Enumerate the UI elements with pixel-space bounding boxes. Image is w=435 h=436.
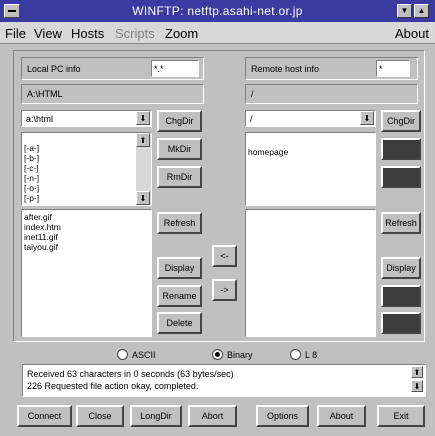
local-path: A:\HTML xyxy=(27,89,63,99)
remote-file-list[interactable] xyxy=(245,209,376,337)
remote-dir-dropdown-button[interactable]: ⬇ xyxy=(360,111,374,125)
dropdown-arrow-icon: ⬇ xyxy=(139,113,147,123)
list-item[interactable]: [-b-] xyxy=(22,153,151,163)
exit-button[interactable]: Exit xyxy=(377,405,425,427)
down-arrow-icon: ⬇ xyxy=(139,193,147,203)
up-arrow-icon: ▲ xyxy=(417,6,426,15)
menu-scripts[interactable]: Scripts xyxy=(115,26,155,41)
remote-chgdir-button[interactable]: ChgDir xyxy=(381,110,421,132)
up-arrow-icon: ⬆ xyxy=(413,367,421,377)
remote-rmdir-button-disabled xyxy=(381,166,421,188)
ascii-radio[interactable] xyxy=(117,349,128,360)
list-item[interactable]: [-p-] xyxy=(22,193,151,203)
menu-hosts[interactable]: Hosts xyxy=(71,26,104,41)
local-display-button[interactable]: Display xyxy=(157,257,202,279)
l8-label: L 8 xyxy=(305,350,318,360)
list-item[interactable]: after.gif xyxy=(22,210,151,222)
list-item[interactable]: [-o-] xyxy=(22,183,151,193)
remote-refresh-button[interactable]: Refresh xyxy=(381,212,421,234)
menu-file[interactable]: File xyxy=(5,26,26,41)
window-title: WINFTP: netftp.asahi-net.or.jp xyxy=(132,4,303,18)
local-info-label: Local PC info xyxy=(27,64,81,74)
list-item[interactable]: [-n-] xyxy=(22,173,151,183)
local-rename-button[interactable]: Rename xyxy=(157,285,202,307)
local-rmdir-button[interactable]: RmDir xyxy=(157,166,202,188)
menu-bar xyxy=(0,22,435,44)
remote-path: / xyxy=(251,89,254,99)
about-button[interactable]: About xyxy=(317,405,366,427)
local-chgdir-button[interactable]: ChgDir xyxy=(157,110,202,132)
ascii-label: ASCII xyxy=(132,350,156,360)
scroll-down-button[interactable]: ⬇ xyxy=(136,191,150,205)
local-filter-input[interactable] xyxy=(151,60,199,77)
status-line: 226 Requested file action okay, complete… xyxy=(27,381,199,391)
minimize-button[interactable]: ▼ xyxy=(397,4,412,18)
local-dir-dropdown-button[interactable]: ⬇ xyxy=(136,111,150,125)
down-arrow-icon: ⬇ xyxy=(413,381,421,391)
remote-dir-list[interactable]: homepage xyxy=(245,132,376,206)
list-item[interactable]: index.htm xyxy=(22,222,151,232)
scroll-up-button[interactable]: ⬆ xyxy=(136,133,150,147)
maximize-button[interactable]: ▲ xyxy=(414,4,429,18)
remote-dir-combo[interactable] xyxy=(245,110,376,127)
list-item[interactable]: homepage xyxy=(246,133,375,157)
remote-filter-input[interactable] xyxy=(376,60,410,77)
remote-display-button[interactable]: Display xyxy=(381,257,421,279)
remote-rename-button-disabled xyxy=(381,285,421,307)
abort-button[interactable]: Abort xyxy=(188,405,237,427)
l8-radio[interactable] xyxy=(290,349,301,360)
list-item[interactable]: taiyou.gif xyxy=(22,242,151,252)
connect-button[interactable]: Connect xyxy=(17,405,72,427)
remote-delete-button-disabled xyxy=(381,312,421,334)
remote-mkdir-button-disabled xyxy=(381,138,421,160)
status-scroll-down-button[interactable]: ⬇ xyxy=(411,380,423,392)
local-drive-list[interactable]: [-a-] [-b-] [-c-] [-n-] [-o-] [-p-] xyxy=(21,132,152,206)
binary-label: Binary xyxy=(227,350,253,360)
menu-zoom[interactable]: Zoom xyxy=(165,26,198,41)
options-button[interactable]: Options xyxy=(256,405,309,427)
remote-info-label: Remote host info xyxy=(251,64,320,74)
remote-dir-combo-value: / xyxy=(250,114,253,124)
upload-button[interactable]: -> xyxy=(212,279,237,301)
remote-path-box xyxy=(245,84,418,104)
down-arrow-icon: ▼ xyxy=(400,6,409,15)
local-file-list[interactable]: after.gif index.htm inet11.gif taiyou.gi… xyxy=(21,209,152,337)
local-mkdir-button[interactable]: MkDir xyxy=(157,138,202,160)
list-item[interactable]: [-c-] xyxy=(22,163,151,173)
local-dir-combo-value: a:\html xyxy=(26,114,54,124)
list-item[interactable]: [-a-] xyxy=(22,133,151,153)
menu-view[interactable]: View xyxy=(34,26,62,41)
status-line: Received 63 characters in 0 seconds (63 … xyxy=(27,369,234,379)
close-button[interactable]: Close xyxy=(76,405,124,427)
menu-about[interactable]: About xyxy=(395,26,429,41)
longdir-button[interactable]: LongDir xyxy=(130,405,182,427)
download-button[interactable]: <- xyxy=(212,245,237,267)
status-scroll-up-button[interactable]: ⬆ xyxy=(411,366,423,378)
local-delete-button[interactable]: Delete xyxy=(157,312,202,334)
list-item[interactable]: inet11.gif xyxy=(22,232,151,242)
dropdown-arrow-icon: ⬇ xyxy=(363,113,371,123)
local-refresh-button[interactable]: Refresh xyxy=(157,212,202,234)
up-arrow-icon: ⬆ xyxy=(139,135,147,145)
binary-radio[interactable] xyxy=(212,349,223,360)
